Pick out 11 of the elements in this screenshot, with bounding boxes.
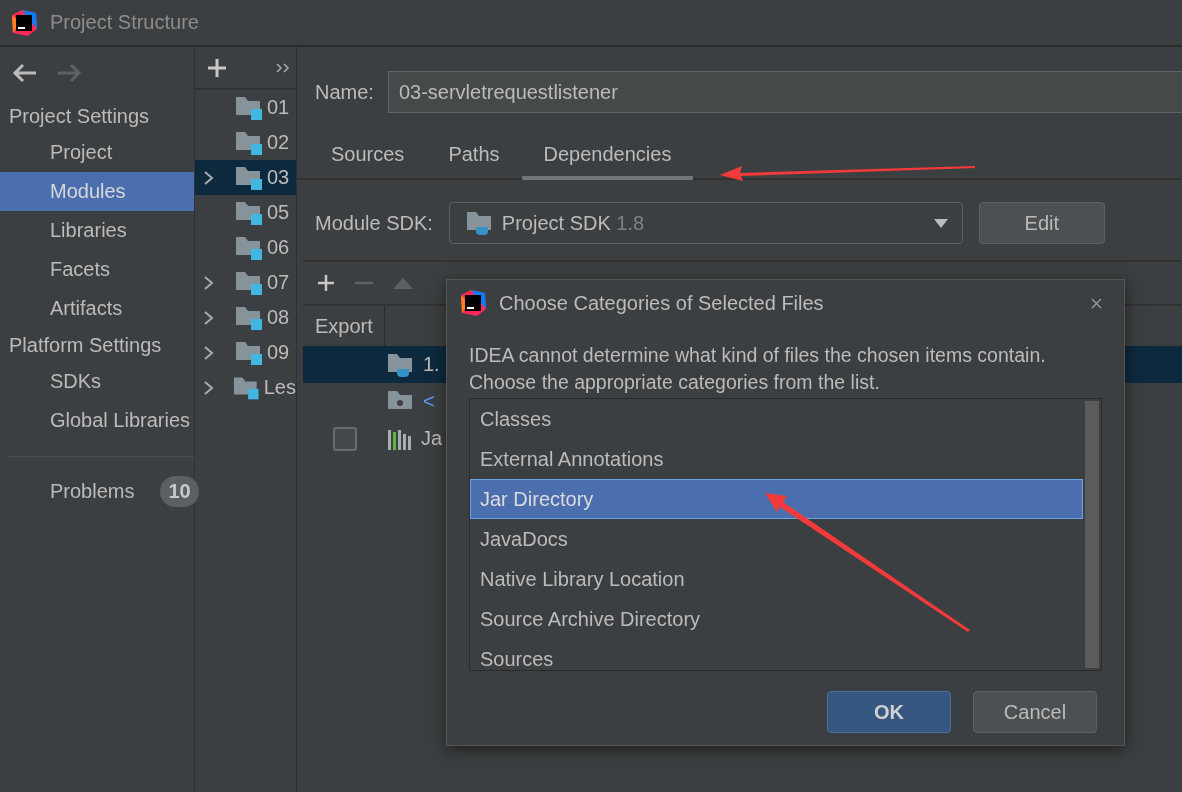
- sidebar-heading: Project Settings: [8, 104, 151, 129]
- module-sdk-label: Module SDK:: [315, 211, 433, 235]
- sidebar-heading: Platform Settings: [8, 333, 163, 358]
- name-label: Name:: [315, 80, 374, 104]
- dialog-message: IDEA cannot determine what kind of files the chosen items contain. Choose the appropriate categories from the list.: [469, 343, 1047, 395]
- dialog-title: Choose Categories of Selected Files: [499, 291, 825, 315]
- dependency-name: 1.: [423, 353, 440, 376]
- window-title: Project Structure: [50, 11, 199, 34]
- dependency-name: Ja: [421, 427, 443, 450]
- dependency-name: <: [423, 390, 435, 413]
- problem-count-badge: 10: [160, 475, 199, 507]
